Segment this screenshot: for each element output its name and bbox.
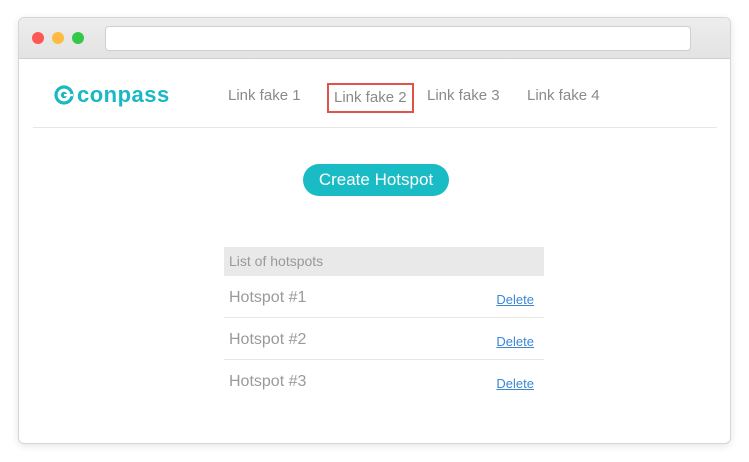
hotspot-name: Hotspot #3 [229, 373, 307, 390]
brand-name: conpass [77, 82, 170, 107]
title-bar [19, 18, 730, 59]
browser-window: conpass Link fake 1 Link fake 2 Link fak… [18, 17, 731, 444]
list-item: Hotspot #3 Delete [224, 360, 544, 402]
minimize-window-button[interactable] [52, 32, 64, 44]
brand-logo[interactable]: conpass [54, 83, 170, 107]
create-hotspot-button[interactable]: Create Hotspot [303, 164, 449, 196]
list-item: Hotspot #2 Delete [224, 318, 544, 360]
delete-hotspot-link[interactable]: Delete [496, 334, 534, 349]
list-item: Hotspot #1 Delete [224, 276, 544, 318]
delete-hotspot-link[interactable]: Delete [496, 376, 534, 391]
hotspot-name: Hotspot #2 [229, 331, 307, 348]
nav-link-2[interactable]: Link fake 2 [327, 83, 414, 113]
close-window-button[interactable] [32, 32, 44, 44]
site-navbar: conpass Link fake 1 Link fake 2 Link fak… [33, 59, 717, 128]
nav-link-4[interactable]: Link fake 4 [527, 87, 600, 105]
hotspot-list-header: List of hotspots [224, 247, 544, 276]
address-bar[interactable] [105, 26, 691, 51]
hotspot-list: List of hotspots Hotspot #1 Delete Hotsp… [224, 247, 544, 402]
hotspot-name: Hotspot #1 [229, 289, 307, 306]
nav-link-1[interactable]: Link fake 1 [228, 87, 301, 105]
conpass-logo-icon [54, 85, 74, 105]
maximize-window-button[interactable] [72, 32, 84, 44]
delete-hotspot-link[interactable]: Delete [496, 292, 534, 307]
nav-link-3[interactable]: Link fake 3 [427, 87, 500, 105]
